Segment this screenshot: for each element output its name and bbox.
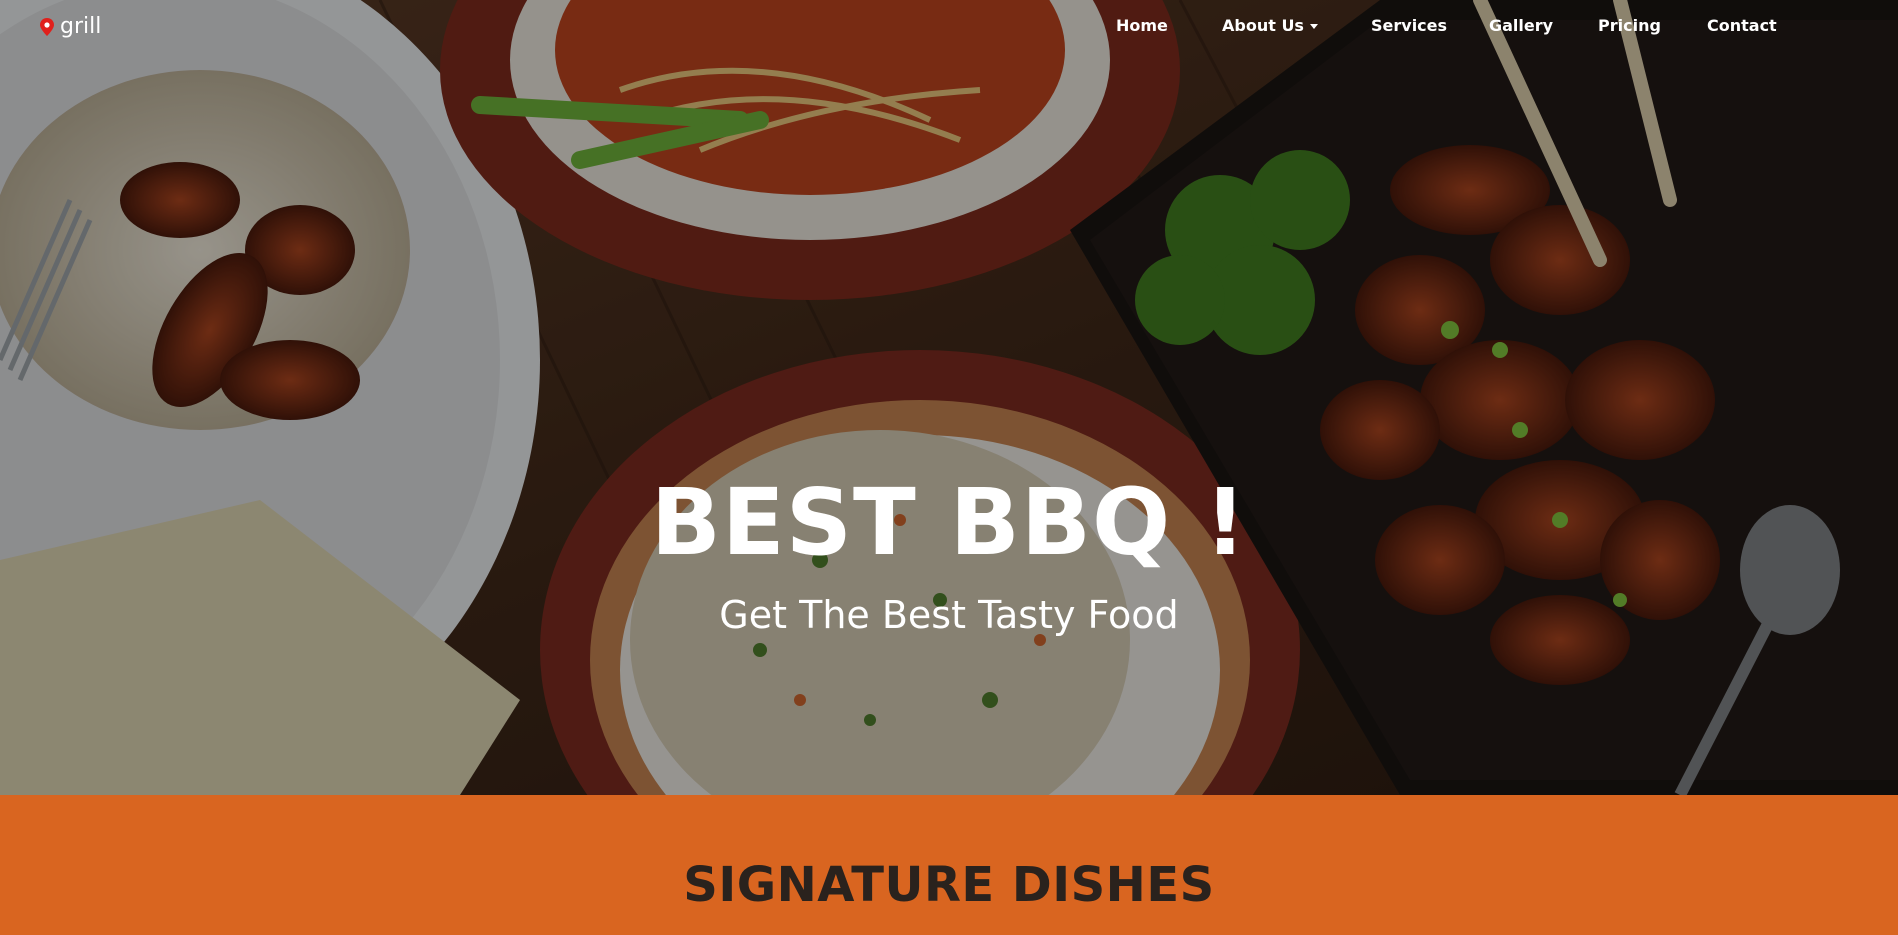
navbar: grill Home About Us Services Gallery Pri… xyxy=(0,0,1898,56)
hero-title: BEST BBQ ! xyxy=(650,469,1248,576)
nav-item-pricing[interactable]: Pricing xyxy=(1598,16,1661,35)
nav-item-about-us-label: About Us xyxy=(1222,16,1304,35)
hero-section: grill Home About Us Services Gallery Pri… xyxy=(0,0,1898,795)
nav-item-home[interactable]: Home xyxy=(1116,16,1168,35)
nav-menu: Home About Us Services Gallery Pricing C… xyxy=(0,16,1898,40)
hero-subtitle: Get The Best Tasty Food xyxy=(719,593,1179,637)
nav-item-gallery[interactable]: Gallery xyxy=(1489,16,1553,35)
section-title: SIGNATURE DISHES xyxy=(683,857,1215,913)
nav-item-contact[interactable]: Contact xyxy=(1707,16,1777,35)
nav-item-about-us[interactable]: About Us xyxy=(1222,16,1318,35)
nav-item-services[interactable]: Services xyxy=(1371,16,1447,35)
hero-background-image xyxy=(0,0,1898,795)
chevron-down-icon xyxy=(1309,24,1318,29)
